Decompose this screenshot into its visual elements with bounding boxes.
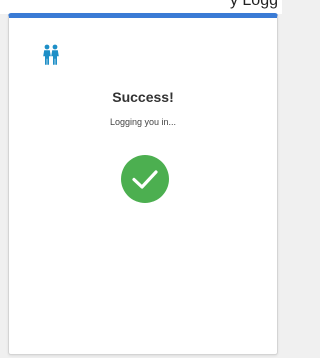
status-message: Logging you in... xyxy=(109,117,177,127)
two-people-icon xyxy=(43,44,59,65)
success-title: Success! xyxy=(112,89,174,105)
checkmark-circle-icon xyxy=(121,155,169,203)
login-card: Success! Logging you in... xyxy=(8,13,278,355)
partial-header-text: y Logg xyxy=(229,0,278,9)
top-strip: y Logg xyxy=(0,0,282,14)
